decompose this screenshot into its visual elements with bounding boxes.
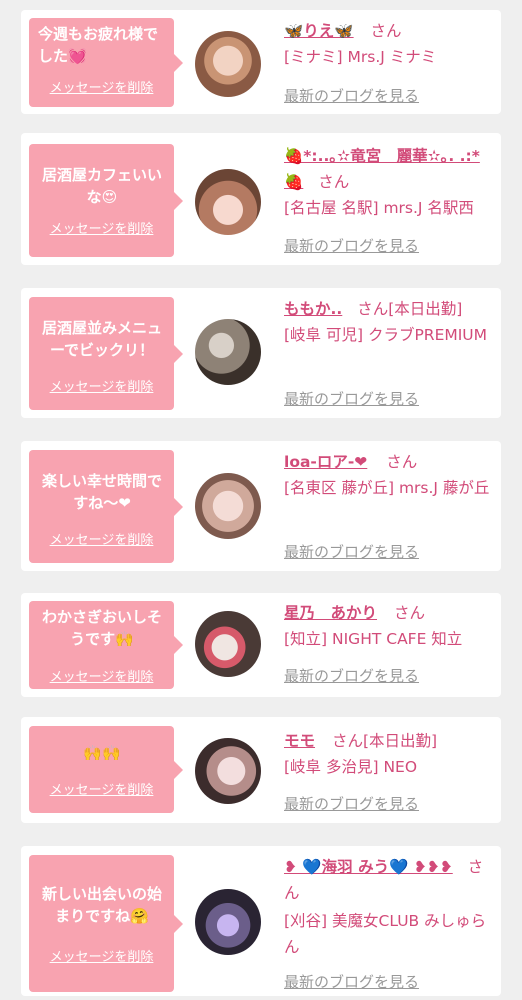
message-bubble: 居酒屋並みメニューでビックリ！ メッセージを削除: [29, 297, 183, 410]
message-bubble: 新しい出会いの始まりですね🤗 メッセージを削除: [29, 855, 183, 992]
avatar[interactable]: [195, 473, 261, 539]
message-card: わかさぎおいしそうです🙌 メッセージを削除 星乃 あかり さん [知立] NIG…: [21, 593, 501, 697]
avatar[interactable]: [195, 611, 261, 677]
message-card: 居酒屋カフェいいな😍 メッセージを削除 🍓*:..｡✫竜宮 麗華✫｡. .:*🍓…: [21, 133, 501, 265]
avatar[interactable]: [195, 169, 261, 235]
message-text: 🙌🙌: [83, 744, 121, 762]
shop-name: [岐阜 多治見] NEO: [284, 758, 418, 776]
shop-name: [名東区 藤が丘] mrs.J 藤が丘: [284, 479, 490, 497]
honorific: さん: [318, 173, 350, 191]
message-card: 居酒屋並みメニューでビックリ！ メッセージを削除 ももか.. さん[本日出勤] …: [21, 288, 501, 418]
message-text: 居酒屋カフェいいな😍: [41, 166, 162, 206]
shop-name: [ミナミ] Mrs.J ミナミ: [284, 48, 437, 66]
latest-blog-link[interactable]: 最新のブログを見る: [284, 665, 419, 686]
avatar[interactable]: [195, 889, 261, 955]
cast-name-link[interactable]: 🍓*:..｡✫竜宮 麗華✫｡. .:*🍓: [284, 147, 480, 191]
honorific: さん: [393, 604, 425, 622]
working-today-badge: [本日出勤]: [362, 732, 438, 750]
honorific: さん: [386, 453, 418, 471]
delete-message-link[interactable]: メッセージを削除: [29, 780, 174, 802]
message-bubble: 楽しい幸せ時間ですね〜❤ メッセージを削除: [29, 450, 183, 563]
message-card: 楽しい幸せ時間ですね〜❤ メッセージを削除 loa-ロア-❤ さん [名東区 藤…: [21, 441, 501, 571]
cast-name-link[interactable]: 🦋りえ🦋: [284, 22, 354, 40]
shop-name: [知立] NIGHT CAFE 知立: [284, 630, 463, 648]
message-text: 新しい出会いの始まりですね🤗: [41, 885, 162, 925]
shop-name: [名古屋 名駅] mrs.J 名駅西: [284, 199, 474, 217]
message-card: 🙌🙌 メッセージを削除 モモ さん[本日出勤] [岐阜 多治見] NEO 最新の…: [21, 717, 501, 823]
message-text: 楽しい幸せ時間ですね〜❤: [41, 472, 162, 512]
delete-message-link[interactable]: メッセージを削除: [29, 377, 174, 399]
avatar[interactable]: [195, 319, 261, 385]
message-text: わかさぎおいしそうです🙌: [41, 608, 162, 648]
message-card: 今週もお疲れ様でした💓 メッセージを削除 🦋りえ🦋 さん [ミナミ] Mrs.J…: [21, 10, 501, 114]
avatar[interactable]: [195, 738, 261, 804]
delete-message-link[interactable]: メッセージを削除: [29, 219, 174, 241]
delete-message-link[interactable]: メッセージを削除: [29, 667, 174, 689]
message-bubble: わかさぎおいしそうです🙌 メッセージを削除: [29, 601, 183, 689]
latest-blog-link[interactable]: 最新のブログを見る: [284, 971, 419, 992]
honorific: さん: [331, 732, 363, 750]
latest-blog-link[interactable]: 最新のブログを見る: [284, 235, 419, 256]
cast-name-link[interactable]: モモ: [284, 732, 315, 750]
cast-name-link[interactable]: 星乃 あかり: [284, 604, 377, 622]
delete-message-link[interactable]: メッセージを削除: [29, 947, 174, 969]
honorific: さん: [357, 300, 389, 318]
latest-blog-link[interactable]: 最新のブログを見る: [284, 541, 419, 562]
shop-name: [刈谷] 美魔女CLUB みしゅらん: [284, 912, 487, 956]
shop-name: [岐阜 可児] クラブPREMIUM: [284, 326, 488, 344]
avatar[interactable]: [195, 31, 261, 97]
message-bubble: 今週もお疲れ様でした💓 メッセージを削除: [29, 18, 183, 107]
cast-name-link[interactable]: loa-ロア-❤: [284, 453, 367, 471]
working-today-badge: [本日出勤]: [388, 300, 463, 318]
message-text: 居酒屋並みメニューでビックリ！: [41, 319, 162, 359]
delete-message-link[interactable]: メッセージを削除: [29, 78, 174, 100]
cast-name-link[interactable]: ももか..: [284, 300, 342, 318]
message-bubble: 居酒屋カフェいいな😍 メッセージを削除: [29, 144, 183, 257]
message-card: 新しい出会いの始まりですね🤗 メッセージを削除 ❥ 💙海羽 みう💙 ❥❥❥ さん…: [21, 846, 501, 996]
message-text: 今週もお疲れ様でした💓: [38, 25, 159, 65]
latest-blog-link[interactable]: 最新のブログを見る: [284, 388, 419, 409]
latest-blog-link[interactable]: 最新のブログを見る: [284, 85, 419, 106]
latest-blog-link[interactable]: 最新のブログを見る: [284, 793, 419, 814]
honorific: さん: [370, 22, 402, 40]
message-bubble: 🙌🙌 メッセージを削除: [29, 726, 183, 813]
delete-message-link[interactable]: メッセージを削除: [29, 530, 174, 552]
cast-name-link[interactable]: ❥ 💙海羽 みう💙 ❥❥❥: [284, 858, 453, 876]
